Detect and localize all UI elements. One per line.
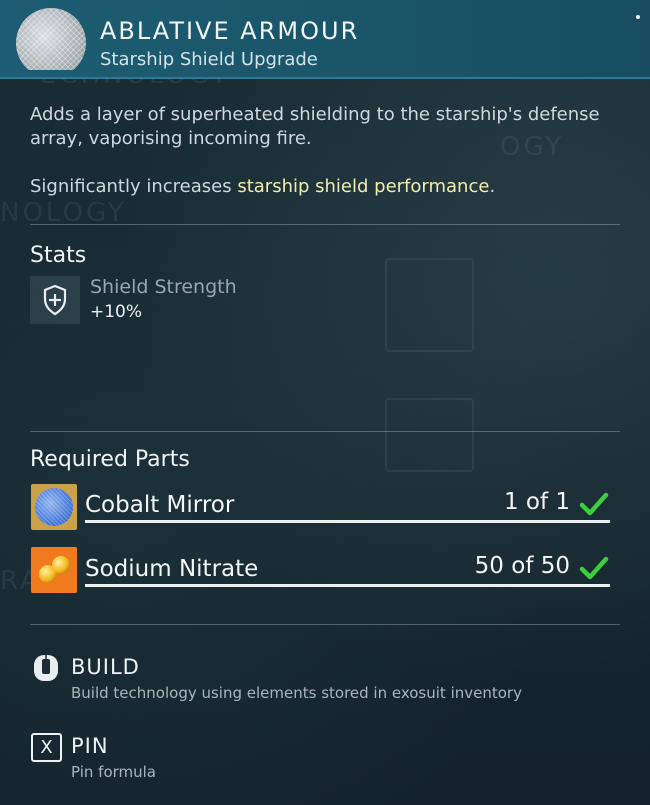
pin-key-icon[interactable]: X [31, 733, 62, 762]
divider [30, 624, 620, 625]
stat-value: +10% [90, 302, 143, 322]
required-parts-title: Required Parts [30, 447, 190, 472]
pin-action-description: Pin formula [71, 763, 156, 781]
indicator-dot [636, 15, 640, 19]
build-action-description: Build technology using elements stored i… [71, 684, 522, 702]
item-effect: Significantly increases starship shield … [30, 176, 620, 197]
part-progress-bar [85, 584, 610, 587]
sodium-nitrate-icon [31, 547, 77, 593]
ghost-box [385, 398, 474, 472]
divider [30, 431, 620, 432]
cobalt-mirror-icon [31, 484, 77, 530]
ablative-armour-icon [16, 8, 86, 70]
item-title: ABLATIVE ARMOUR [100, 17, 360, 45]
effect-suffix: . [489, 176, 496, 197]
item-header: ABLATIVE ARMOUR Starship Shield Upgrade [0, 0, 650, 79]
effect-prefix: Significantly increases [30, 176, 238, 197]
part-name-sodium-nitrate: Sodium Nitrate [85, 556, 259, 582]
stat-name: Shield Strength [90, 276, 237, 298]
part-count-sodium-nitrate: 50 of 50 [474, 553, 570, 579]
check-icon [579, 556, 609, 580]
build-action-label[interactable]: BUILD [71, 655, 140, 679]
shield-plus-icon [30, 276, 80, 324]
item-subtitle: Starship Shield Upgrade [100, 49, 318, 70]
effect-highlight: starship shield performance [237, 176, 490, 197]
part-count-cobalt-mirror: 1 of 1 [503, 489, 570, 515]
stats-title: Stats [30, 243, 87, 268]
check-icon [579, 492, 609, 516]
ghost-box [385, 258, 474, 352]
pin-action-label[interactable]: PIN [71, 734, 109, 758]
part-progress-bar [85, 520, 610, 523]
mouse-icon[interactable] [31, 653, 61, 683]
divider [30, 224, 620, 225]
item-description: Adds a layer of superheated shielding to… [30, 104, 600, 149]
part-name-cobalt-mirror: Cobalt Mirror [85, 492, 235, 518]
